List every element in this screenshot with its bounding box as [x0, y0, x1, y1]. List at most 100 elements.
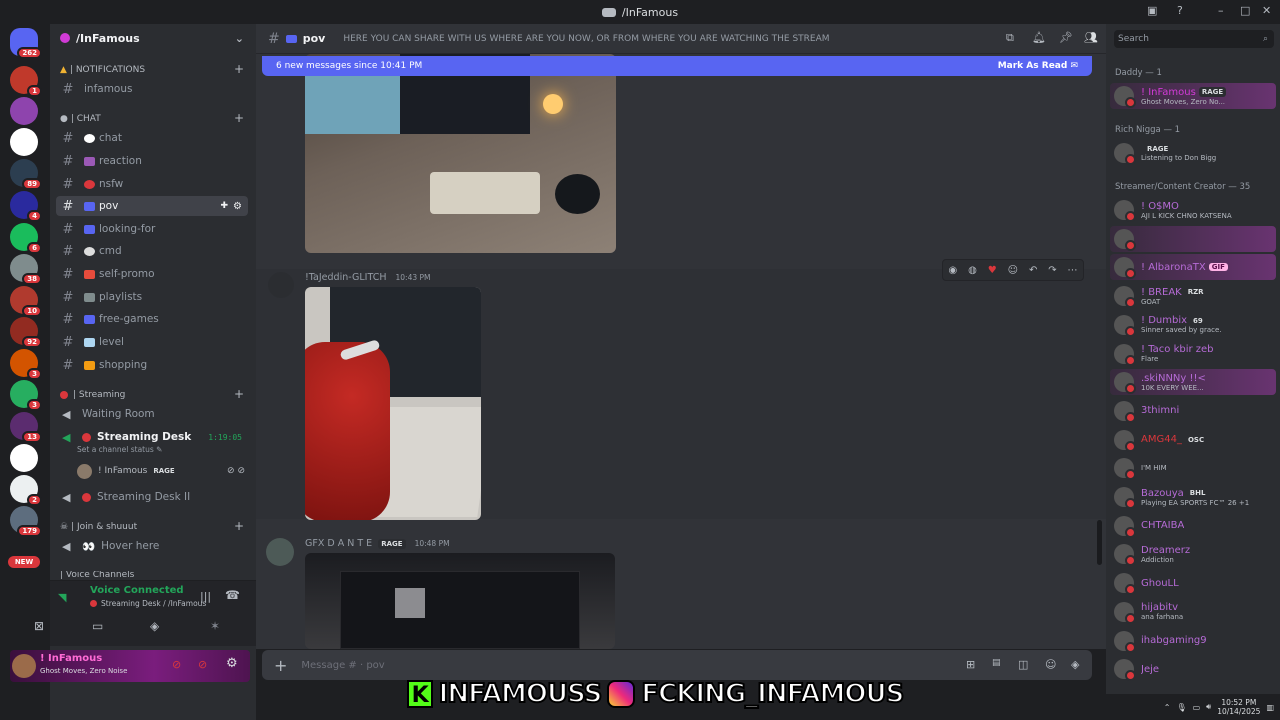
reaction-icon[interactable]: ◍ — [968, 265, 977, 276]
attach-plus-icon[interactable]: + — [274, 656, 287, 675]
channel-chat[interactable]: # chat — [56, 128, 248, 148]
channel-topic[interactable]: HERE YOU CAN SHARE WITH US WHERE ARE YOU… — [343, 34, 829, 44]
notification-icon[interactable]: ▥ — [1266, 703, 1274, 712]
threads-icon[interactable]: ⧉ — [1006, 31, 1014, 45]
attachment-image[interactable] — [305, 553, 615, 649]
clock[interactable]: 10:52 PM 10/14/2025 — [1217, 698, 1260, 716]
channel-looking-for[interactable]: # looking-for — [56, 219, 248, 239]
bell-icon[interactable]: 🔔︎ — [1032, 31, 1046, 44]
channel-infamous[interactable]: # infamous — [56, 79, 248, 99]
add-channel-icon[interactable]: + — [234, 62, 244, 76]
screen-share-icon[interactable]: ▭ — [92, 619, 103, 633]
server-icon[interactable]: 3 — [10, 349, 42, 380]
member-item[interactable]: ihabgaming9 — [1110, 628, 1276, 654]
server-icon[interactable]: 89 — [10, 159, 42, 190]
maximize-icon[interactable]: □ — [1240, 4, 1250, 17]
camera-off-icon[interactable]: ⊠ — [34, 619, 44, 633]
author-name[interactable]: GFX D A N T E — [305, 538, 372, 549]
member-item[interactable]: Dreamerz Addiction — [1110, 541, 1276, 567]
apps-icon[interactable]: ◈ — [1071, 658, 1079, 671]
add-channel-icon[interactable]: + — [234, 111, 244, 125]
search-input[interactable]: Search ⌕ — [1114, 30, 1274, 48]
heart-icon[interactable]: ♥ — [988, 265, 997, 276]
new-pill[interactable]: NEW — [8, 556, 40, 568]
server-icon[interactable]: 4 — [10, 191, 42, 222]
set-channel-status[interactable]: Set a channel status ✎ — [77, 445, 162, 454]
pin-icon[interactable]: 📌︎ — [1059, 31, 1073, 44]
voice-channel-waiting-room[interactable]: ◀ Waiting Room — [56, 404, 248, 424]
voice-location[interactable]: Streaming Desk / /InFamous — [90, 599, 206, 608]
disconnect-icon[interactable]: ☎ — [225, 588, 240, 602]
sticker-icon[interactable]: ◫ — [1018, 658, 1028, 671]
voice-channel-hover-here[interactable]: ◀ 👀 Hover here — [56, 536, 248, 556]
invite-icon[interactable]: ✚ — [220, 201, 228, 211]
home-button[interactable]: 262 — [10, 28, 42, 59]
mark-as-read-button[interactable]: Mark As Read ✉ — [998, 61, 1078, 71]
chevron-up-icon[interactable]: ⌃ — [1164, 703, 1171, 712]
avatar[interactable] — [268, 272, 294, 298]
activity-icon[interactable]: ◈ — [150, 619, 159, 633]
server-icon[interactable] — [10, 97, 38, 125]
member-item[interactable]: RAGE Listening to Don Bigg — [1110, 140, 1276, 166]
member-item[interactable]: ! BREAK RZR GOAT — [1110, 283, 1276, 309]
category-chat[interactable]: ● | CHAT — [60, 114, 101, 124]
help-icon[interactable]: ? — [1177, 4, 1183, 17]
avatar[interactable] — [12, 654, 36, 678]
member-item[interactable] — [1110, 225, 1276, 252]
server-icon[interactable]: 1 — [10, 66, 42, 97]
gif-icon[interactable]: ▤ — [992, 658, 1001, 668]
channel-level[interactable]: # level — [56, 332, 248, 352]
new-messages-bar[interactable]: 6 new messages since 10:41 PM Mark As Re… — [262, 56, 1092, 76]
category-notifications[interactable]: ▲ | NOTIFICATIONS — [60, 65, 145, 75]
member-item[interactable]: ! O$MO AJI L KICK CHNO KATSENA — [1110, 197, 1276, 223]
channel-pov[interactable]: # pov ✚ ⚙ — [56, 196, 248, 216]
attachment-image[interactable] — [305, 287, 481, 520]
attachment-image[interactable] — [305, 54, 616, 253]
close-icon[interactable]: ✕ — [1262, 4, 1271, 17]
channel-free-games[interactable]: # free-games — [56, 309, 248, 329]
server-icon[interactable]: 38 — [10, 254, 42, 285]
server-icon[interactable]: 13 — [10, 412, 42, 443]
add-reaction-icon[interactable]: ☺ — [1008, 265, 1018, 276]
member-item[interactable]: ! InFamous RAGE Ghost Moves, Zero No... — [1110, 83, 1276, 109]
reply-icon[interactable]: ↶ — [1029, 265, 1037, 276]
member-item[interactable]: Bazouya BHL Playing EA SPORTS FC™ 26 +1 — [1110, 484, 1276, 510]
member-item[interactable]: ! Dumbix 69 Sinner saved by grace. — [1110, 312, 1276, 338]
scrollbar[interactable] — [1097, 520, 1102, 565]
channel-playlists[interactable]: # playlists — [56, 287, 248, 307]
minimize-icon[interactable]: – — [1218, 4, 1224, 17]
server-icon[interactable]: 6 — [10, 223, 42, 254]
channel-shopping[interactable]: # shopping — [56, 355, 248, 375]
gear-icon[interactable]: ⚙ — [233, 201, 242, 212]
member-item[interactable]: .skiNNNy !!< 10K EVERY WEE... — [1110, 369, 1276, 396]
channel-cmd[interactable]: # cmd — [56, 241, 248, 261]
category-streaming[interactable]: | Streaming — [60, 390, 125, 400]
member-item[interactable]: 3thimni — [1110, 398, 1276, 424]
author-name[interactable]: !TaJeddin-GLITCH — [305, 272, 386, 283]
member-item[interactable]: I'M HIM — [1110, 455, 1276, 481]
voice-channel-streaming-desk[interactable]: ◀ Streaming Desk 1:19:05 — [56, 427, 248, 447]
voice-channel-streaming-desk-2[interactable]: ◀ Streaming Desk II — [56, 487, 248, 507]
server-icon[interactable]: 10 — [10, 286, 42, 317]
voice-user-infamous[interactable]: ! InFamous RAGE ⊘ ⊘ — [77, 461, 249, 481]
server-icon[interactable]: 92 — [10, 317, 42, 348]
gift-icon[interactable]: ⊞ — [966, 658, 975, 671]
network-icon[interactable]: ▭ — [1193, 703, 1201, 712]
member-item[interactable]: Jeje — [1110, 656, 1276, 682]
volume-icon[interactable]: 🔊︎ — [1206, 702, 1211, 712]
soundboard-icon[interactable]: ✶ — [210, 619, 220, 633]
more-icon[interactable]: ⋯ — [1068, 265, 1078, 276]
member-list-icon[interactable]: 👥︎ — [1084, 31, 1098, 44]
server-header[interactable]: /InFamous ⌄ — [50, 24, 256, 52]
category-voice[interactable]: | Voice Channels — [60, 571, 134, 579]
message-input[interactable]: Message # · pov — [301, 660, 384, 671]
category-join[interactable]: ☠ | Join & shuuut — [60, 522, 137, 532]
noise-suppression-icon[interactable]: ||| — [200, 590, 211, 603]
member-item[interactable]: GhouLL — [1110, 570, 1276, 596]
emoji-icon[interactable]: ☺ — [1045, 658, 1056, 671]
server-icon[interactable]: 179 — [10, 506, 42, 537]
server-icon[interactable]: 2 — [10, 475, 42, 506]
server-icon[interactable]: 3 — [10, 380, 42, 411]
member-item[interactable]: hijabitv ana farhana — [1110, 599, 1276, 625]
server-icon[interactable] — [10, 128, 38, 156]
